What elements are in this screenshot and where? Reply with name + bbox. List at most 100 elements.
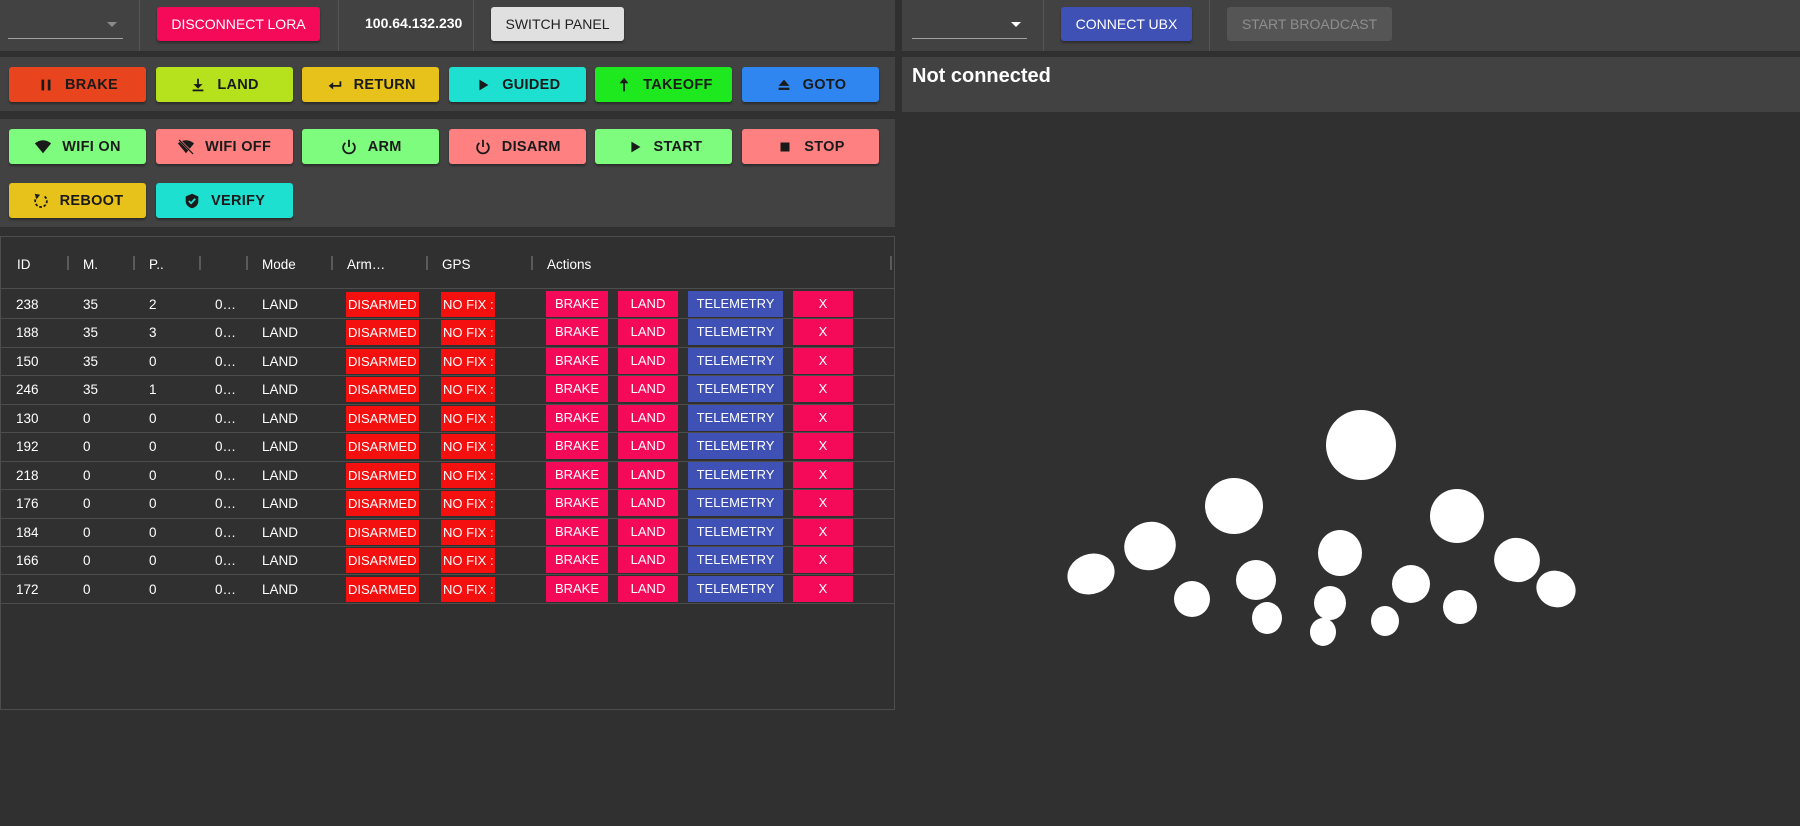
row-remove-button[interactable]: X [793,518,853,545]
cell-mode: LAND [262,410,299,426]
row-remove-button[interactable]: X [793,461,853,488]
table-row[interactable]: 192 0 0 0… LAND DISARMED NO FIX : BRAKE LAND TELE… [1,433,894,462]
table-row[interactable]: 176 0 0 0… LAND DISARMED NO FIX : BRAKE LAND TELE… [1,490,894,519]
row-telemetry-button[interactable]: TELEMETRY [688,376,783,403]
header-m[interactable]: M. [83,257,98,272]
row-telemetry-button[interactable]: TELEMETRY [688,433,783,460]
row-telemetry-button[interactable]: TELEMETRY [688,291,783,317]
disarm-button[interactable]: DISARM [448,129,586,164]
row-remove-button[interactable]: X [793,291,853,317]
cell-value: 0… [215,553,237,569]
row-land-button[interactable]: LAND [618,376,678,403]
column-resize-handle[interactable] [246,256,248,270]
row-remove-button[interactable]: X [793,347,853,374]
row-land-button[interactable]: LAND [618,433,678,460]
header-armed[interactable]: Arm… [347,257,385,272]
row-brake-button[interactable]: BRAKE [546,575,608,602]
row-telemetry-button[interactable]: TELEMETRY [688,547,783,574]
gps-status-badge: NO FIX : [441,548,495,574]
lora-port-select[interactable] [8,13,123,39]
arm-button[interactable]: ARM [302,129,440,164]
gps-status-badge: NO FIX : [441,434,495,460]
row-brake-button[interactable]: BRAKE [546,376,608,403]
cell-id: 218 [16,467,39,483]
row-remove-button[interactable]: X [793,547,853,574]
row-telemetry-button[interactable]: TELEMETRY [688,404,783,431]
wifi-off-button[interactable]: WIFI OFF [155,129,293,164]
switch-panel-button[interactable]: SWITCH PANEL [491,7,624,41]
column-resize-handle[interactable] [199,256,201,270]
row-telemetry-button[interactable]: TELEMETRY [688,461,783,488]
row-brake-button[interactable]: BRAKE [546,547,608,574]
connect-ubx-button[interactable]: CONNECT UBX [1061,7,1192,41]
row-brake-button[interactable]: BRAKE [546,291,608,317]
goto-button[interactable]: GOTO [742,67,879,102]
row-brake-button[interactable]: BRAKE [546,490,608,517]
row-land-button[interactable]: LAND [618,347,678,374]
column-resize-handle[interactable] [67,256,69,270]
table-row[interactable]: 188 35 3 0… LAND DISARMED NO FIX : BRAKE LAND TEL… [1,319,894,348]
start-button[interactable]: START [595,129,733,164]
row-remove-button[interactable]: X [793,376,853,403]
row-land-button[interactable]: LAND [618,404,678,431]
column-resize-handle[interactable] [531,256,533,270]
row-telemetry-button[interactable]: TELEMETRY [688,319,783,346]
verify-button[interactable]: VERIFY [155,183,293,218]
takeoff-button[interactable]: TAKEOFF [595,67,733,102]
table-row[interactable]: 130 0 0 0… LAND DISARMED NO FIX : BRAKE LAND TELE… [1,404,894,434]
row-land-button[interactable]: LAND [618,319,678,346]
header-p[interactable]: P.. [149,257,164,272]
row-brake-button[interactable]: BRAKE [546,347,608,374]
row-brake-button[interactable]: BRAKE [546,461,608,488]
row-remove-button[interactable]: X [793,575,853,602]
column-resize-handle[interactable] [890,256,892,270]
row-land-button[interactable]: LAND [618,291,678,317]
return-button[interactable]: RETURN [302,67,440,102]
disconnect-lora-button[interactable]: DISCONNECT LORA [157,7,320,41]
row-brake-button[interactable]: BRAKE [546,404,608,431]
row-land-button[interactable]: LAND [618,518,678,545]
table-row[interactable]: 172 0 0 0… LAND DISARMED NO FIX : BRAKE LAND TELE… [1,575,894,604]
table-row[interactable]: 246 35 1 0… LAND DISARMED NO FIX : BRAKE LAND TEL… [1,376,894,405]
table-row[interactable]: 218 0 0 0… LAND DISARMED NO FIX : BRAKE LAND TELE… [1,461,894,491]
divider [338,0,339,51]
column-resize-handle[interactable] [426,256,428,270]
stop-button[interactable]: STOP [742,129,879,164]
table-row[interactable]: 238 35 2 0… LAND DISARMED NO FIX : BRAKE LAND TEL… [1,291,894,320]
cell-value: 0… [215,467,237,483]
ubx-port-select[interactable] [912,13,1027,39]
guided-button[interactable]: GUIDED [448,67,586,102]
reboot-button[interactable]: REBOOT [9,183,146,218]
row-land-button[interactable]: LAND [618,575,678,602]
row-brake-button[interactable]: BRAKE [546,433,608,460]
row-telemetry-button[interactable]: TELEMETRY [688,347,783,374]
header-id[interactable]: ID [17,257,31,272]
header-mode[interactable]: Mode [262,257,296,272]
column-resize-handle[interactable] [331,256,333,270]
wifi-off-icon [177,138,195,155]
header-actions[interactable]: Actions [547,257,591,272]
column-resize-handle[interactable] [133,256,135,270]
row-telemetry-button[interactable]: TELEMETRY [688,575,783,602]
divider [1043,0,1044,51]
row-land-button[interactable]: LAND [618,490,678,517]
row-land-button[interactable]: LAND [618,547,678,574]
start-broadcast-button[interactable]: START BROADCAST [1227,7,1392,41]
table-row[interactable]: 184 0 0 0… LAND DISARMED NO FIX : BRAKE LAND TELE… [1,518,894,547]
row-land-button[interactable]: LAND [618,461,678,488]
row-telemetry-button[interactable]: TELEMETRY [688,518,783,545]
row-remove-button[interactable]: X [793,433,853,460]
land-button[interactable]: LAND [155,67,293,102]
row-remove-button[interactable]: X [793,404,853,431]
brake-button[interactable]: BRAKE [9,67,146,102]
row-remove-button[interactable]: X [793,490,853,517]
gps-status-badge: NO FIX : [441,576,495,602]
wifi-on-button[interactable]: WIFI ON [9,129,146,164]
table-row[interactable]: 150 35 0 0… LAND DISARMED NO FIX : BRAKE LAND TEL… [1,347,894,377]
row-remove-button[interactable]: X [793,319,853,346]
row-brake-button[interactable]: BRAKE [546,319,608,346]
table-row[interactable]: 166 0 0 0… LAND DISARMED NO FIX : BRAKE LAND TELE… [1,547,894,576]
header-gps[interactable]: GPS [442,257,471,272]
row-brake-button[interactable]: BRAKE [546,518,608,545]
row-telemetry-button[interactable]: TELEMETRY [688,490,783,517]
